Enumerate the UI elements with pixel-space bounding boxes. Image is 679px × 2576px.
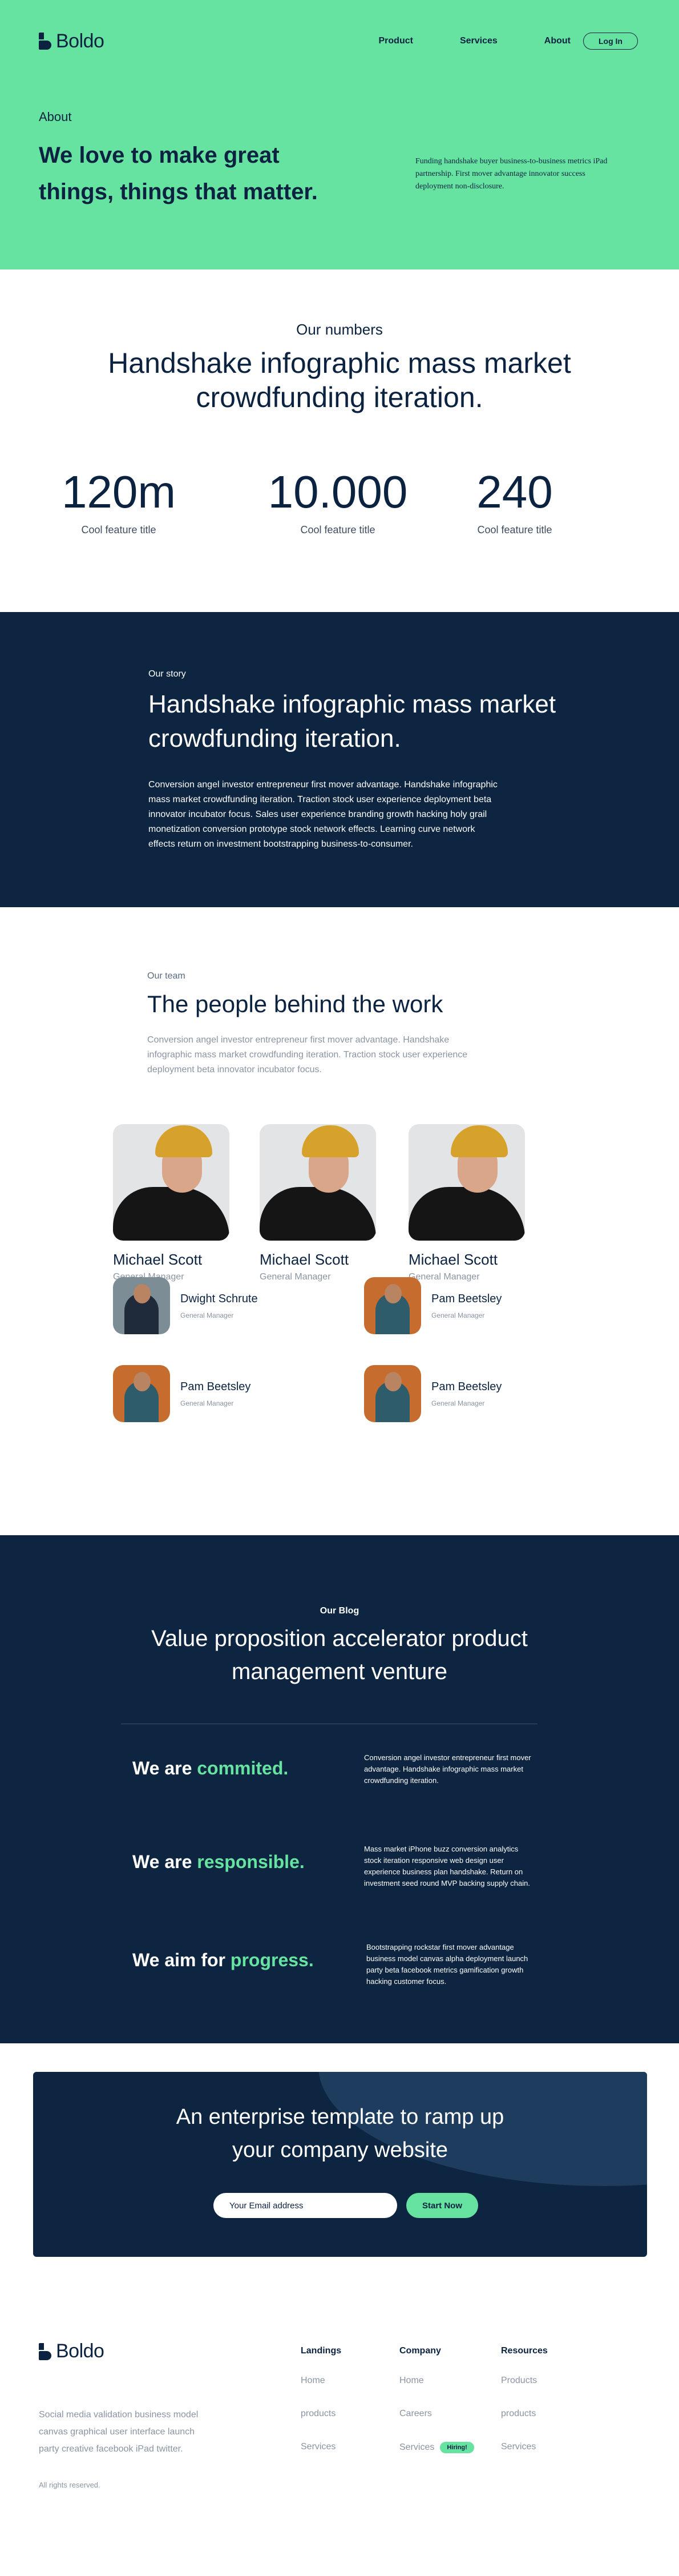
team-member-card[interactable]: Michael Scott General Manager: [260, 1124, 379, 1282]
story-title: Handshake infographic mass market crowdf…: [148, 690, 556, 752]
cta-banner: An enterprise template to ramp up your c…: [33, 2072, 647, 2257]
footer: Boldo Social media validation business m…: [0, 2340, 679, 2574]
footer-link[interactable]: products: [301, 2409, 341, 2419]
stat-item: 10.000 Cool feature title: [264, 469, 412, 536]
team-member-card[interactable]: Michael Scott General Manager: [113, 1124, 233, 1282]
footer-link[interactable]: Home: [399, 2376, 474, 2386]
stat-item: 120m Cool feature title: [45, 469, 193, 536]
footer-link[interactable]: Services: [399, 2442, 434, 2452]
start-now-button[interactable]: Start Now: [406, 2193, 478, 2218]
signup-form: Start Now: [213, 2193, 478, 2218]
team-text: Conversion angel investor entrepreneur f…: [147, 1035, 468, 1074]
value-heading: We are commited.: [132, 1758, 289, 1778]
member-name: Pam Beetsley: [180, 1380, 251, 1393]
footer-link[interactable]: Services: [301, 2442, 341, 2452]
blog-eyebrow: Our Blog: [320, 1606, 359, 1616]
cta-section: An enterprise template to ramp up your c…: [0, 2043, 679, 2340]
hero-section: Boldo Product Services About Log In Abou…: [0, 0, 679, 269]
team-member-row[interactable]: Pam Beetsley General Manager: [364, 1365, 502, 1422]
nav-links: Product Services About Log In: [379, 33, 638, 50]
cta-title: An enterprise template to ramp up your c…: [176, 2105, 504, 2162]
member-photo: [409, 1124, 525, 1241]
blog-title: Value proposition accelerator product ma…: [151, 1626, 528, 1684]
numbers-title: Handshake infographic mass market crowdf…: [108, 347, 571, 413]
blog-section: Our Blog Value proposition accelerator p…: [0, 1535, 679, 2043]
stat-label: Cool feature title: [477, 524, 552, 536]
stat-value: 120m: [61, 466, 176, 517]
logo-icon: [39, 2342, 51, 2360]
footer-column-title: Landings: [301, 2346, 342, 2356]
numbers-eyebrow: Our numbers: [296, 321, 383, 338]
hiring-badge: Hiring!: [440, 2442, 474, 2453]
team-eyebrow: Our team: [147, 971, 185, 981]
footer-logo[interactable]: Boldo: [39, 2340, 104, 2362]
footer-column: Landings Home products Services: [301, 2346, 341, 2475]
footer-column: Company Home Careers Services Hiring!: [399, 2346, 474, 2476]
footer-column-title: Company: [399, 2346, 441, 2356]
team-section: Our team The people behind the work Conv…: [0, 907, 679, 1535]
team-title: The people behind the work: [147, 991, 443, 1017]
footer-link[interactable]: Home: [301, 2376, 341, 2386]
numbers-section: Our numbers Handshake infographic mass m…: [0, 269, 679, 612]
member-role: General Manager: [431, 1399, 485, 1407]
member-role: General Manager: [180, 1311, 234, 1319]
stat-value: 240: [476, 466, 553, 517]
value-text: Mass market iPhone buzz conversion analy…: [364, 1845, 530, 1887]
story-text: Conversion angel investor entrepreneur f…: [148, 780, 498, 849]
top-nav: Boldo Product Services About Log In: [39, 29, 638, 54]
login-button[interactable]: Log In: [583, 33, 638, 50]
footer-description: Social media validation business model c…: [39, 2410, 199, 2454]
member-name: Dwight Schrute: [180, 1292, 258, 1305]
copyright: All rights reserved.: [39, 2481, 100, 2489]
member-name: Pam Beetsley: [431, 1292, 502, 1305]
footer-link[interactable]: Careers: [399, 2409, 474, 2419]
hero-eyebrow: About: [39, 110, 72, 124]
team-member-row[interactable]: Pam Beetsley General Manager: [113, 1365, 250, 1422]
hero-title: We love to make great things, things tha…: [39, 143, 318, 204]
email-field[interactable]: [213, 2193, 397, 2218]
member-name: Michael Scott: [409, 1251, 498, 1268]
team-member-row[interactable]: Pam Beetsley General Manager: [364, 1277, 502, 1334]
footer-column-title: Resources: [501, 2346, 548, 2356]
value-heading: We are responsible.: [132, 1852, 305, 1872]
member-photo: [260, 1124, 376, 1241]
footer-link[interactable]: Products: [501, 2376, 548, 2386]
team-member-card[interactable]: Michael Scott General Manager: [409, 1124, 528, 1282]
nav-item-product[interactable]: Product: [379, 36, 413, 46]
member-role: General Manager: [260, 1272, 331, 1282]
stat-value: 10.000: [268, 466, 408, 517]
member-role: General Manager: [431, 1311, 485, 1319]
nav-item-services[interactable]: Services: [460, 36, 498, 46]
story-section: Our story Handshake infographic mass mar…: [0, 612, 679, 907]
brand-name: Boldo: [56, 2340, 104, 2362]
member-role: General Manager: [180, 1399, 234, 1407]
stat-item: 240 Cool feature title: [440, 469, 589, 536]
stat-label: Cool feature title: [81, 524, 156, 536]
member-photo: [113, 1277, 170, 1334]
stat-label: Cool feature title: [300, 524, 375, 536]
member-photo: [364, 1365, 421, 1422]
footer-link-row: Services Hiring!: [399, 2442, 474, 2453]
value-text: Conversion angel investor entrepreneur f…: [364, 1753, 531, 1785]
member-photo: [364, 1277, 421, 1334]
nav-item-about[interactable]: About: [544, 36, 571, 46]
value-text: Bootstrapping rockstar first mover advan…: [366, 1943, 528, 1986]
member-name: Michael Scott: [113, 1251, 203, 1268]
footer-link[interactable]: products: [501, 2409, 548, 2419]
value-heading: We aim for progress.: [132, 1950, 314, 1970]
member-name: Michael Scott: [260, 1251, 349, 1268]
member-photo: [113, 1124, 229, 1241]
footer-link[interactable]: Services: [501, 2442, 548, 2452]
brand-logo[interactable]: Boldo: [39, 30, 104, 53]
brand-name: Boldo: [56, 30, 104, 52]
logo-icon: [39, 33, 51, 50]
member-photo: [113, 1365, 170, 1422]
footer-column: Resources Products products Services: [501, 2346, 548, 2475]
story-eyebrow: Our story: [148, 669, 186, 679]
team-member-row[interactable]: Dwight Schrute General Manager: [113, 1277, 258, 1334]
hero-description: Funding handshake buyer business-to-busi…: [415, 157, 608, 191]
member-name: Pam Beetsley: [431, 1380, 502, 1393]
